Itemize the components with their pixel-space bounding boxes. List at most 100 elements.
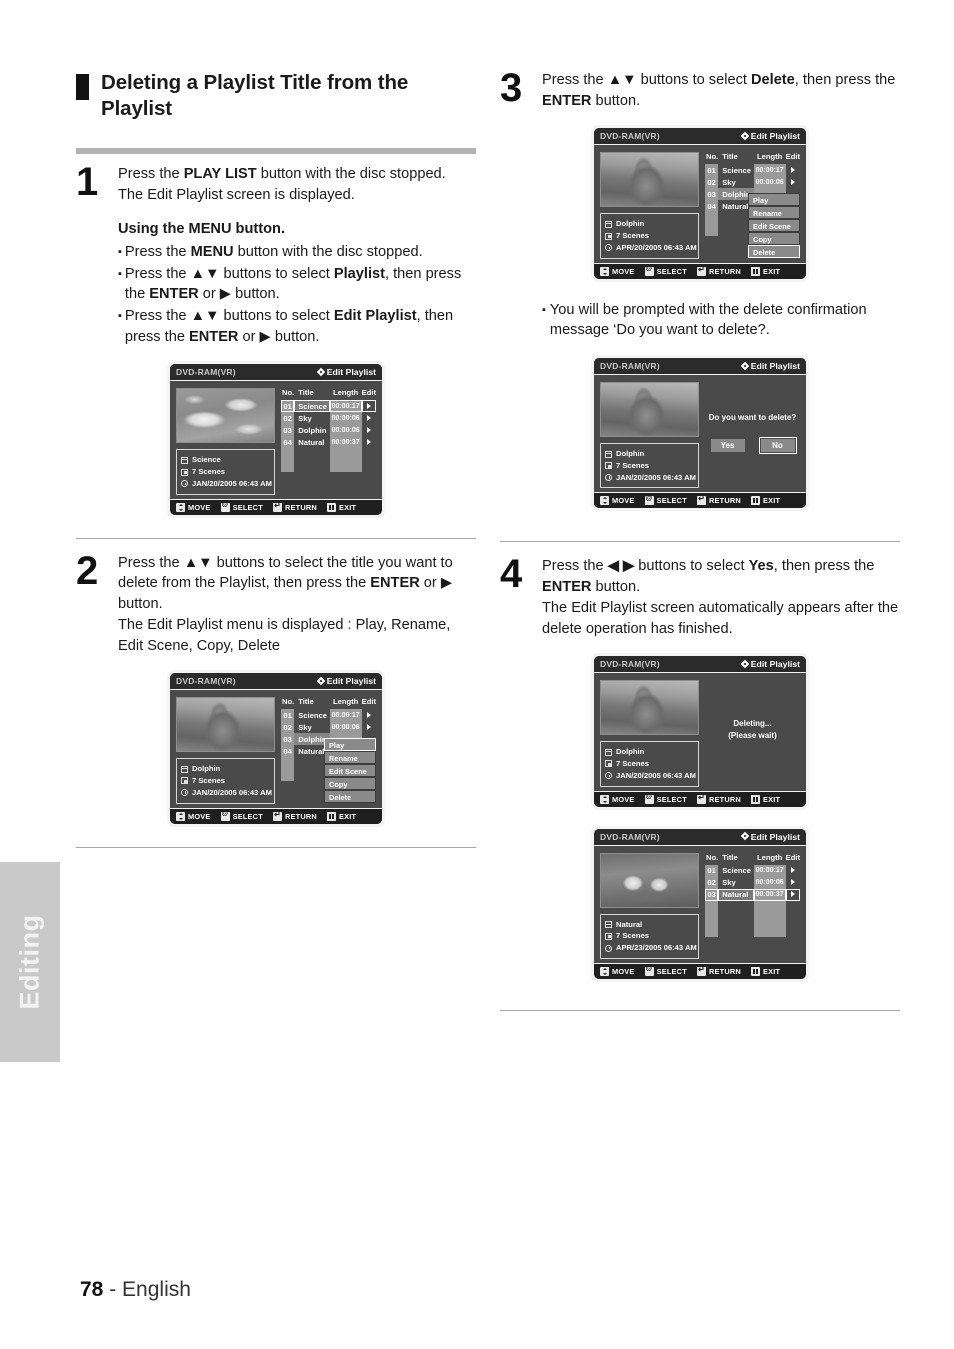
row-edit-arrow-icon[interactable] (361, 400, 376, 413)
footer-move[interactable]: MOVE (176, 811, 211, 821)
info-title-value: Natural (616, 919, 643, 929)
footer-select[interactable]: SELECT (644, 793, 687, 804)
info-title-value: Science (192, 455, 221, 465)
dvd-screen-1-inner: DVD-RAM(VR) Edit Playlist Science 7 Scen… (170, 364, 382, 515)
footer-move-label: MOVE (188, 811, 211, 821)
screen-header: DVD-RAM(VR) Edit Playlist (594, 656, 806, 674)
enter-button-name: ENTER (542, 92, 592, 109)
s4-a: Press the (542, 558, 608, 575)
info-date-value: APR/20/2005 06:43 AM (616, 242, 697, 252)
up-down-arrows-icon: ▲▼ (190, 307, 220, 324)
disc-type-label: DVD-RAM(VR) (176, 367, 236, 378)
clock-icon (605, 772, 612, 780)
table-row[interactable]: 01 Science 00:00:17 (705, 164, 800, 177)
footer-move[interactable]: MOVE (600, 794, 635, 804)
table-row[interactable]: 04 Natural 00:00:37 (281, 436, 376, 449)
footer-move[interactable]: MOVE (176, 502, 211, 512)
footer-return[interactable]: RETURN (696, 793, 741, 804)
table-row[interactable]: 01 Science 00:00:17 (705, 864, 800, 877)
footer-exit[interactable]: EXIT (750, 794, 780, 804)
footer-return[interactable]: RETURN (696, 965, 741, 976)
table-row[interactable]: 03 Natural 00:00:37 (705, 888, 800, 901)
footer-select-label: SELECT (656, 496, 687, 506)
playlist-table: No. Title Length Edit 01 Science 00:00:1… (281, 388, 376, 473)
step-3-number: 3 (500, 66, 523, 110)
footer-return-label: RETURN (708, 496, 741, 506)
footer-exit[interactable]: EXIT (326, 502, 356, 512)
row-edit-arrow-icon[interactable] (362, 424, 376, 436)
table-row[interactable]: 03 Dolphin 00:00:06 (281, 424, 376, 437)
row-edit-arrow-icon[interactable] (362, 436, 376, 448)
row-edit-arrow-icon[interactable] (785, 888, 800, 901)
table-header-row: No. Title Length Edit (705, 853, 800, 865)
diamond-icon (740, 361, 749, 370)
row-edit-arrow-icon[interactable] (786, 877, 800, 889)
table-row[interactable]: 01 Science 00:00:17 (281, 400, 376, 413)
row-edit-arrow-icon[interactable] (362, 721, 376, 733)
diamond-icon (316, 367, 325, 377)
context-menu-item-copy[interactable]: Copy (748, 232, 800, 246)
table-header-row: No. Title Length Edit (281, 697, 376, 709)
context-menu-item-play[interactable]: Play (748, 193, 800, 207)
dialog-yes-button[interactable]: Yes (710, 439, 745, 453)
footer-select[interactable]: SELECT (220, 501, 263, 512)
footer-move[interactable]: MOVE (600, 966, 635, 976)
table-row[interactable]: 02 Sky 00:00:06 (281, 412, 376, 425)
context-menu-item-rename[interactable]: Rename (324, 751, 376, 765)
footer-return[interactable]: RETURN (272, 501, 317, 512)
row-edit-arrow-icon[interactable] (786, 176, 800, 188)
footer-select[interactable]: SELECT (644, 265, 687, 276)
title-icon (181, 765, 188, 773)
footer-return[interactable]: RETURN (272, 810, 317, 821)
table-row[interactable]: 02 Sky 00:00:06 (705, 176, 800, 189)
yes-button-name: Yes (748, 558, 774, 575)
table-header-row: No. Title Length Edit (705, 152, 800, 164)
heading-divider (76, 148, 476, 155)
footer-move[interactable]: MOVE (600, 266, 635, 276)
info-date-row: JAN/20/2005 06:43 AM (605, 472, 696, 484)
return-icon (696, 793, 706, 804)
row-title: Sky (722, 177, 736, 187)
context-menu-item-rename[interactable]: Rename (748, 206, 800, 220)
step-4-text: Press the ◀ ▶ buttons to select Yes, the… (542, 556, 900, 597)
footer-return[interactable]: RETURN (696, 265, 741, 276)
disc-type-label: DVD-RAM(VR) (600, 131, 660, 142)
table-row[interactable]: 02 Sky 00:00:06 (705, 876, 800, 889)
context-menu-item-delete[interactable]: Delete (324, 790, 376, 804)
footer-return[interactable]: RETURN (696, 494, 741, 506)
row-length: 00:00:06 (329, 412, 362, 425)
col-header-no: No. (282, 388, 295, 398)
row-edit-arrow-icon[interactable] (362, 709, 376, 721)
footer-select[interactable]: SELECT (220, 810, 263, 821)
table-row[interactable]: 02 Sky 00:00:06 (281, 721, 376, 734)
footer-select[interactable]: SELECT (644, 965, 687, 976)
deleting-message: Deleting... (Please wait) (728, 718, 776, 743)
info-scenes-row: 7 Scenes (605, 758, 694, 770)
info-date-row: JAN/20/2005 06:43 AM (605, 770, 696, 782)
scenes-icon (605, 760, 612, 768)
context-menu-item-edit-scene[interactable]: Edit Scene (748, 219, 800, 233)
row-edit-arrow-icon[interactable] (786, 865, 800, 877)
context-menu-item-delete[interactable]: Delete (748, 245, 800, 259)
footer-return-label: RETURN (284, 502, 317, 512)
footer-exit[interactable]: EXIT (750, 266, 781, 276)
footer-select[interactable]: SELECT (644, 495, 687, 506)
row-edit-arrow-icon[interactable] (362, 412, 376, 424)
context-menu-item-play[interactable]: Play (324, 738, 376, 752)
footer-exit[interactable]: EXIT (750, 496, 780, 506)
dialog-no-button[interactable]: No (758, 437, 797, 455)
footer-exit[interactable]: EXIT (326, 811, 356, 821)
enter-icon (644, 265, 654, 276)
footer-exit-label: EXIT (762, 266, 781, 276)
row-edit-arrow-icon[interactable] (786, 164, 800, 176)
step-1-body: Press the PLAY LIST button with the disc… (118, 164, 476, 347)
enter-icon (220, 501, 230, 512)
info-title-value: Dolphin (192, 764, 221, 774)
info-date-value: JAN/20/2005 06:43 AM (192, 478, 272, 488)
footer-move[interactable]: MOVE (600, 496, 635, 506)
up-down-arrows-icon: ▲▼ (183, 554, 213, 571)
context-menu-item-copy[interactable]: Copy (324, 777, 376, 791)
context-menu-item-edit-scene[interactable]: Edit Scene (324, 764, 376, 778)
table-row[interactable]: 01 Science 00:00:17 (281, 709, 376, 722)
footer-exit[interactable]: EXIT (750, 966, 780, 976)
